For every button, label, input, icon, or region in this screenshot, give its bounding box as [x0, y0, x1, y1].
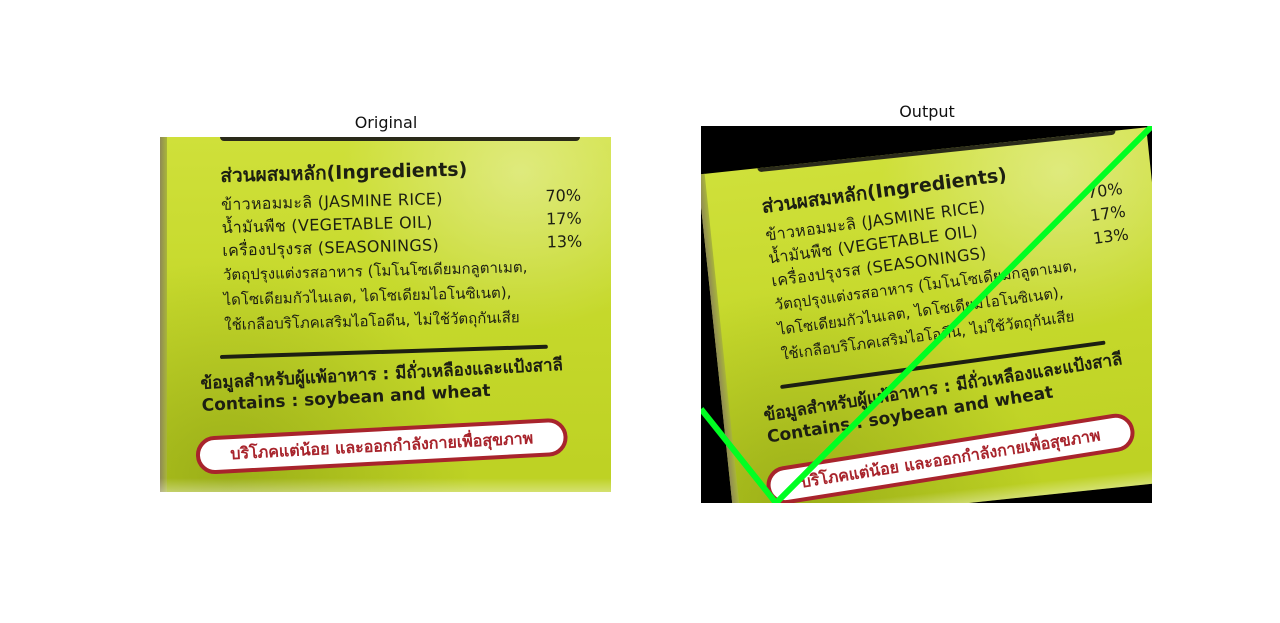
original-label-photo: ส่วนผสมหลัก(Ingredients) ข้าวหอมมะลิ (JA…: [160, 137, 611, 492]
original-title: Original: [354, 113, 418, 132]
package-edge: [160, 137, 167, 492]
allergy-block: ข้อมูลสำหรับผู้แพ้อาหาร : มีถั่วเหลืองแล…: [200, 353, 582, 417]
package-top-band: [220, 137, 580, 141]
figure: Original Output ส่วนผสมหลัก(Ingredients)…: [0, 0, 1280, 623]
ingredients-block: ส่วนผสมหลัก(Ingredients) ข้าวหอมมะลิ (JA…: [220, 152, 584, 337]
detection-overlay: [701, 126, 1152, 503]
ingredient-percent: 17%: [545, 208, 582, 229]
ingredient-name: เครื่องปรุงรส (SEASONINGS): [222, 235, 440, 260]
output-title: Output: [899, 102, 955, 121]
green-v-line: [701, 126, 1152, 503]
health-slogan-badge: บริโภคแต่น้อย และออกกำลังกายเพื่อสุขภาพ: [195, 417, 569, 475]
output-image-panel: ส่วนผสมหลัก(Ingredients) ข้าวหอมมะลิ (JA…: [701, 126, 1152, 503]
original-image-panel: ส่วนผสมหลัก(Ingredients) ข้าวหอมมะลิ (JA…: [160, 137, 611, 492]
package-shine: [160, 478, 611, 492]
ingredient-percent: 13%: [546, 231, 583, 252]
ingredient-percent: 70%: [545, 185, 582, 206]
